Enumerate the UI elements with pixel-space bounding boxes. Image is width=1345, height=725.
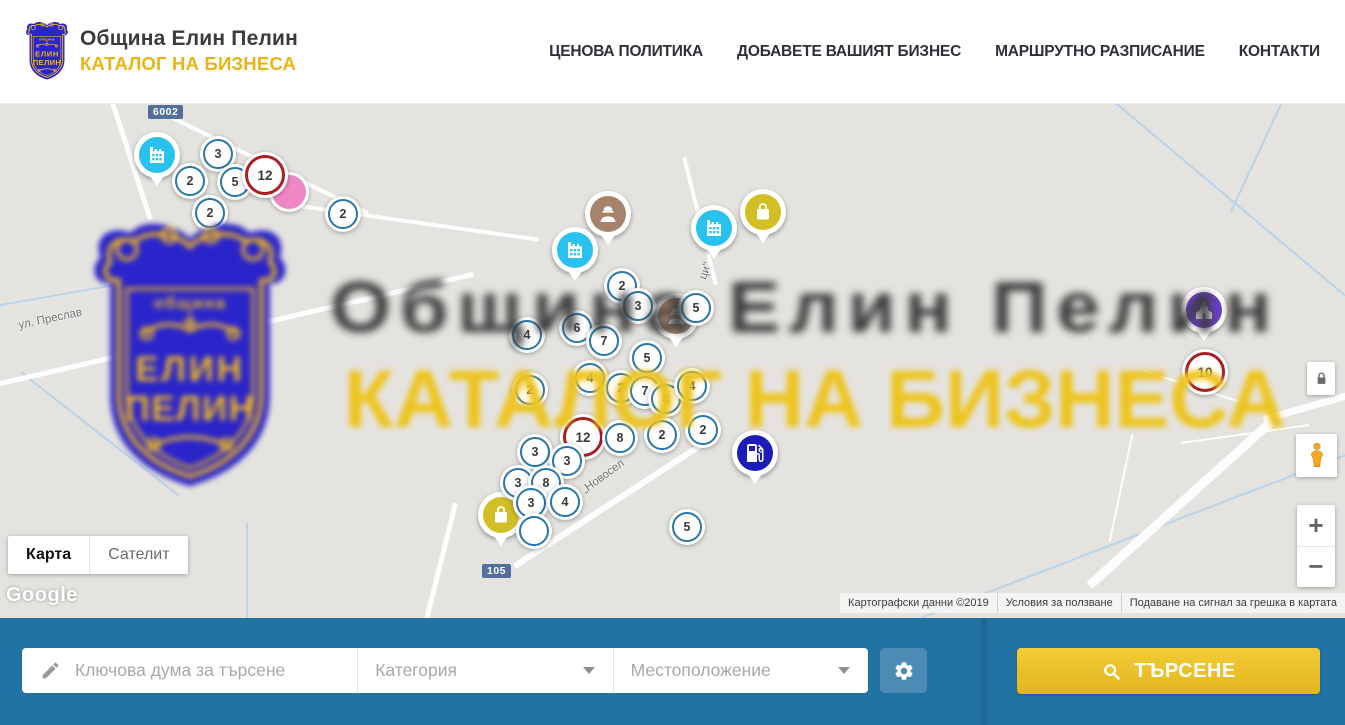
map-cluster[interactable] xyxy=(516,513,552,549)
map-cluster[interactable]: 4 xyxy=(674,368,710,404)
map-water-line xyxy=(1230,103,1283,213)
search-bar: Категория Местоположение ТЪРСЕНЕ xyxy=(0,618,1345,725)
map-pin-fuel[interactable] xyxy=(732,430,778,490)
site-subtitle: КАТАЛОГ НА БИЗНЕСА xyxy=(80,53,298,75)
brand-text: Община Елин Пелин КАТАЛОГ НА БИЗНЕСА xyxy=(80,27,298,75)
factory-icon xyxy=(557,232,593,268)
street-view-pegman-button[interactable] xyxy=(1296,434,1337,477)
factory-icon xyxy=(139,137,175,173)
map-attribution: Картографски данни ©2019 Условия за полз… xyxy=(840,593,1345,613)
search-button[interactable]: ТЪРСЕНЕ xyxy=(1017,648,1320,694)
site-title: Община Елин Пелин xyxy=(80,27,298,51)
pencil-icon xyxy=(40,660,61,681)
map-pin-factory[interactable] xyxy=(552,227,598,287)
nav-contacts[interactable]: КОНТАКТИ xyxy=(1239,43,1320,61)
map-cluster[interactable]: 2 xyxy=(512,372,548,408)
advanced-settings-button[interactable] xyxy=(880,648,927,693)
map-cluster[interactable]: 5 xyxy=(678,290,714,326)
nav-route-schedule[interactable]: МАРШРУТНО РАЗПИСАНИЕ xyxy=(995,43,1205,61)
map-cluster[interactable]: 7 xyxy=(586,323,622,359)
map-cluster[interactable]: 4 xyxy=(509,317,545,353)
nav-pricing-policy[interactable]: ЦЕНОВА ПОЛИТИКА xyxy=(549,43,703,61)
map-road xyxy=(423,502,458,618)
category-dropdown[interactable]: Категория xyxy=(357,648,612,693)
zoom-control: + − xyxy=(1297,505,1335,587)
zoom-in-button[interactable]: + xyxy=(1297,505,1335,547)
map-cluster[interactable]: 2 xyxy=(685,412,721,448)
map-pin-bag[interactable] xyxy=(740,189,786,249)
map-cluster[interactable]: 3 xyxy=(620,288,656,324)
watermark-title: Община Елин Пелин xyxy=(330,267,1280,349)
map-type-satellite-button[interactable]: Сателит xyxy=(89,536,187,574)
watermark-subtitle: КАТАЛОГ НА БИЗНЕСА xyxy=(344,353,1286,447)
street-label: ул. Преслав xyxy=(17,306,83,331)
map-cluster[interactable]: 8 xyxy=(602,420,638,456)
chevron-down-icon xyxy=(583,667,595,674)
search-field-group: Категория Местоположение xyxy=(22,648,868,693)
svg-text:община: община xyxy=(154,293,227,312)
main-nav: ЦЕНОВА ПОЛИТИКА ДОБАВЕТЕ ВАШИЯТ БИЗНЕС М… xyxy=(549,0,1320,103)
map-cluster[interactable]: 5 xyxy=(629,340,665,376)
map-cluster[interactable]: 12 xyxy=(242,152,288,198)
zoom-out-button[interactable]: − xyxy=(1297,547,1335,588)
bag-icon xyxy=(745,194,781,230)
svg-text:ПЕЛИН: ПЕЛИН xyxy=(125,389,256,428)
map-cluster[interactable]: 2 xyxy=(192,195,228,231)
road-number-badge: 105 xyxy=(482,564,511,578)
map-cluster[interactable]: 5 xyxy=(669,509,705,545)
map-cluster[interactable]: 4 xyxy=(547,484,583,520)
chevron-down-icon xyxy=(838,667,850,674)
factory-icon xyxy=(696,210,732,246)
map-canvas[interactable]: община ЕЛИН ПЕЛИН Община Елин Пелин КАТА… xyxy=(0,103,1345,618)
pegman-icon xyxy=(1304,441,1330,471)
map-water-line xyxy=(21,372,180,497)
google-logo[interactable]: Google xyxy=(6,584,78,607)
map-road xyxy=(0,272,474,389)
church-icon xyxy=(1186,292,1222,328)
map-type-control: Карта Сателит xyxy=(8,536,188,574)
map-water-line xyxy=(897,440,1345,618)
lock-icon xyxy=(1313,370,1330,387)
municipality-crest-icon: община ЕЛИН ПЕЛИН xyxy=(24,20,70,82)
attribution-terms-link[interactable]: Условия за ползване xyxy=(997,593,1121,613)
map-type-map-button[interactable]: Карта xyxy=(8,536,89,574)
location-placeholder: Местоположение xyxy=(614,660,838,681)
header: община ЕЛИН ПЕЛИН Община Елин Пелин КАТА… xyxy=(0,0,1345,104)
nav-add-your-business[interactable]: ДОБАВЕТЕ ВАШИЯТ БИЗНЕС xyxy=(737,43,961,61)
map-cluster[interactable]: 10 xyxy=(1182,349,1228,395)
map-cluster[interactable]: 2 xyxy=(644,417,680,453)
site-logo[interactable]: община ЕЛИН ПЕЛИН Община Елин Пелин КАТА… xyxy=(24,20,298,82)
attribution-copyright: Картографски данни ©2019 xyxy=(840,593,997,613)
map-cluster[interactable]: 2 xyxy=(325,196,361,232)
map-pin-factory[interactable] xyxy=(691,205,737,265)
svg-text:ПЕЛИН: ПЕЛИН xyxy=(33,58,62,67)
svg-text:ЕЛИН: ЕЛИН xyxy=(135,350,245,389)
map-cluster[interactable]: 2 xyxy=(172,163,208,199)
svg-text:ЕЛИН: ЕЛИН xyxy=(35,50,59,59)
location-dropdown[interactable]: Местоположение xyxy=(613,648,868,693)
keyword-search-input[interactable] xyxy=(73,659,327,682)
map-pin-church[interactable] xyxy=(1181,287,1227,347)
category-placeholder: Категория xyxy=(358,660,582,681)
keyword-section xyxy=(22,648,357,693)
fuel-icon xyxy=(737,435,773,471)
svg-text:община: община xyxy=(39,38,56,42)
map-water-line xyxy=(246,523,248,618)
bar-divider xyxy=(981,618,987,725)
attribution-report-error-link[interactable]: Подаване на сигнал за грешка в картата xyxy=(1121,593,1345,613)
map-road xyxy=(1109,434,1134,542)
search-icon xyxy=(1101,661,1122,682)
map-water-line xyxy=(1114,103,1345,296)
gear-icon xyxy=(893,660,915,682)
search-button-label: ТЪРСЕНЕ xyxy=(1134,660,1236,683)
road-number-badge: 6002 xyxy=(148,105,183,119)
page: община ЕЛИН ПЕЛИН Община Елин Пелин КАТА… xyxy=(0,0,1345,725)
map-water-line xyxy=(0,260,248,307)
lock-button[interactable] xyxy=(1307,362,1335,395)
